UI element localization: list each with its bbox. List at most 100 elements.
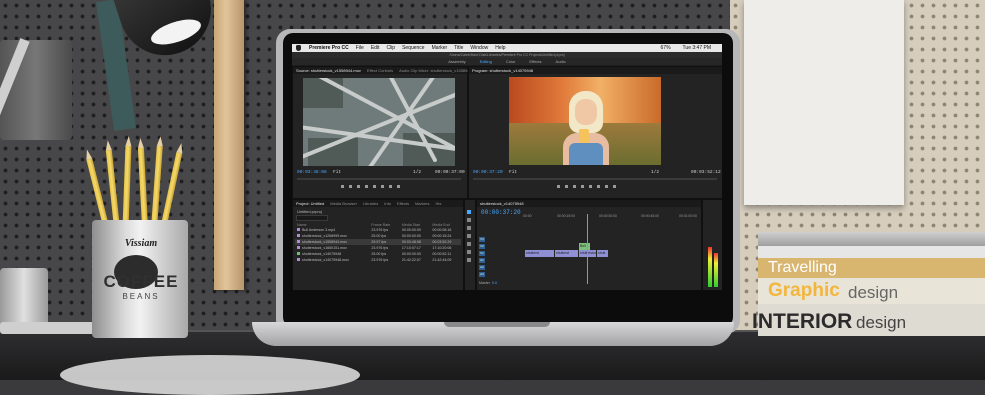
export-frame-icon[interactable] <box>613 185 616 188</box>
book-title-design: design <box>856 313 907 332</box>
program-fit[interactable]: Fit <box>509 170 517 175</box>
track-v3[interactable]: V3 <box>479 236 523 242</box>
menu-marker[interactable]: Marker <box>432 44 448 52</box>
table-row[interactable]: shutterstock_v14075948.mov 23.976 fps 21:… <box>295 257 461 263</box>
mark-out-icon[interactable] <box>565 185 568 188</box>
menu-bar: Premiere Pro CC File Edit Clip Sequence … <box>292 44 722 52</box>
menu-title[interactable]: Title <box>454 44 463 52</box>
play-icon[interactable] <box>365 185 368 188</box>
track-master[interactable]: Master 0.0 <box>479 280 523 286</box>
program-timecode[interactable]: 00:00:37:20 <box>473 170 503 175</box>
audio-meters <box>702 199 722 290</box>
pen-icon[interactable] <box>467 250 471 254</box>
menu-edit[interactable]: Edit <box>371 44 380 52</box>
cup-brand: Vissiam <box>124 238 158 249</box>
workspace-editing[interactable]: Editing <box>480 58 492 65</box>
extract-icon[interactable] <box>605 185 608 188</box>
workspace-bar: Assembly Editing Color Effects Audio <box>292 58 722 65</box>
source-video-frame[interactable] <box>303 78 455 166</box>
wooden-ruler-board <box>214 0 244 290</box>
program-video-frame[interactable] <box>509 77 661 165</box>
source-timecode[interactable]: 00:03:48:08 <box>297 170 327 175</box>
cup-sublabel: BEANS <box>122 292 160 301</box>
program-resolution[interactable]: 1/2 <box>651 170 659 175</box>
timeline-clip[interactable]: shutterst <box>525 250 554 257</box>
ruler-tick: 00:00:15:00 <box>557 214 575 218</box>
audio-meter-left <box>708 247 712 287</box>
step-back-icon[interactable] <box>573 185 576 188</box>
lift-icon[interactable] <box>597 185 600 188</box>
menu-clip[interactable]: Clip <box>386 44 395 52</box>
menu-sequence[interactable]: Sequence <box>402 44 425 52</box>
workspace-color[interactable]: Color <box>506 58 516 65</box>
slip-icon[interactable] <box>467 242 471 246</box>
book <box>758 232 985 246</box>
project-search-input[interactable] <box>296 215 328 221</box>
track-v1[interactable]: V1 <box>479 250 523 256</box>
tab-effect-controls[interactable]: Effect Controls <box>367 67 393 74</box>
laptop-notch <box>444 322 550 327</box>
workspace-effects[interactable]: Effects <box>529 58 541 65</box>
source-monitor: Source: shutterstock_v1558944.mov Effect… <box>292 66 472 199</box>
mark-in-icon[interactable] <box>341 185 344 188</box>
tab-audio-clip-mixer[interactable]: Audio Clip Mixer: shutterstock_v1558944 <box>399 67 472 74</box>
timeline-clip[interactable]: shutt <box>597 250 608 257</box>
step-back-icon[interactable] <box>357 185 360 188</box>
mark-out-icon[interactable] <box>349 185 352 188</box>
laptop-screen: Premiere Pro CC File Edit Clip Sequence … <box>292 44 722 290</box>
source-scrubber[interactable] <box>297 178 461 180</box>
mark-in-icon[interactable] <box>557 185 560 188</box>
tab-project[interactable]: Project: Untitled <box>296 200 324 207</box>
apple-icon[interactable] <box>296 45 301 51</box>
timeline-clip[interactable]: shutterst <box>555 250 578 257</box>
wall-tin <box>0 40 72 140</box>
track-a1[interactable]: A1 <box>479 257 523 263</box>
ripple-edit-icon[interactable] <box>467 226 471 230</box>
source-fit[interactable]: Fit <box>333 170 341 175</box>
menu-window[interactable]: Window <box>470 44 488 52</box>
track-a3[interactable]: A3 <box>479 271 523 277</box>
book-title-interior: INTERIOR <box>752 310 853 333</box>
tab-effects[interactable]: Effects <box>397 200 409 207</box>
tab-sequence[interactable]: shutterstock_v14075948 <box>480 200 524 207</box>
track-a2[interactable]: A2 <box>479 264 523 270</box>
tab-history[interactable]: His <box>436 200 442 207</box>
label-swatch <box>297 246 300 249</box>
timeline-clip[interactable]: Bull <box>579 243 590 250</box>
selection-tool-icon[interactable] <box>467 210 471 214</box>
hand-icon[interactable] <box>467 258 471 262</box>
tab-libraries[interactable]: Libraries <box>363 200 378 207</box>
razor-icon[interactable] <box>467 234 471 238</box>
step-forward-icon[interactable] <box>373 185 376 188</box>
workspace-assembly[interactable]: Assembly <box>448 58 465 65</box>
tab-source[interactable]: Source: shutterstock_v1558944.mov <box>296 67 361 74</box>
menu-help[interactable]: Help <box>495 44 505 52</box>
workspace-audio[interactable]: Audio <box>556 58 566 65</box>
app-menu[interactable]: Premiere Pro CC <box>309 44 349 52</box>
project-file-name: Untitled.prproj <box>297 209 322 214</box>
menu-file[interactable]: File <box>356 44 364 52</box>
overwrite-icon[interactable] <box>389 185 392 188</box>
menu-extras: 67% Tue 3:47 PM <box>661 44 718 52</box>
battery-status[interactable]: 67% <box>661 44 671 52</box>
clock[interactable]: Tue 3:47 PM <box>683 44 711 52</box>
tab-info[interactable]: Info <box>384 200 391 207</box>
audio-meter-right <box>714 253 718 287</box>
tab-markers[interactable]: Markers <box>415 200 429 207</box>
play-icon[interactable] <box>581 185 584 188</box>
timeline-timecode[interactable]: 00:00:37:20 <box>481 209 521 216</box>
track-v2[interactable]: V2 <box>479 243 523 249</box>
insert-icon[interactable] <box>381 185 384 188</box>
program-duration: 00:03:52:12 <box>691 170 721 175</box>
tab-program[interactable]: Program: shutterstock_v14075948 <box>472 67 533 74</box>
book-title-design: design <box>848 283 899 302</box>
export-frame-icon[interactable] <box>397 185 400 188</box>
program-scrubber[interactable] <box>473 178 717 180</box>
ruler-tick: 00:01:00:00 <box>679 214 697 218</box>
timeline-ruler[interactable]: 00:00 00:00:15:00 00:00:30:00 00:00:45:0… <box>523 214 699 220</box>
tab-media-browser[interactable]: Media Browser <box>330 200 357 207</box>
step-forward-icon[interactable] <box>589 185 592 188</box>
source-resolution[interactable]: 1/2 <box>413 170 421 175</box>
timeline-playhead[interactable] <box>587 214 588 284</box>
track-select-icon[interactable] <box>467 218 471 222</box>
